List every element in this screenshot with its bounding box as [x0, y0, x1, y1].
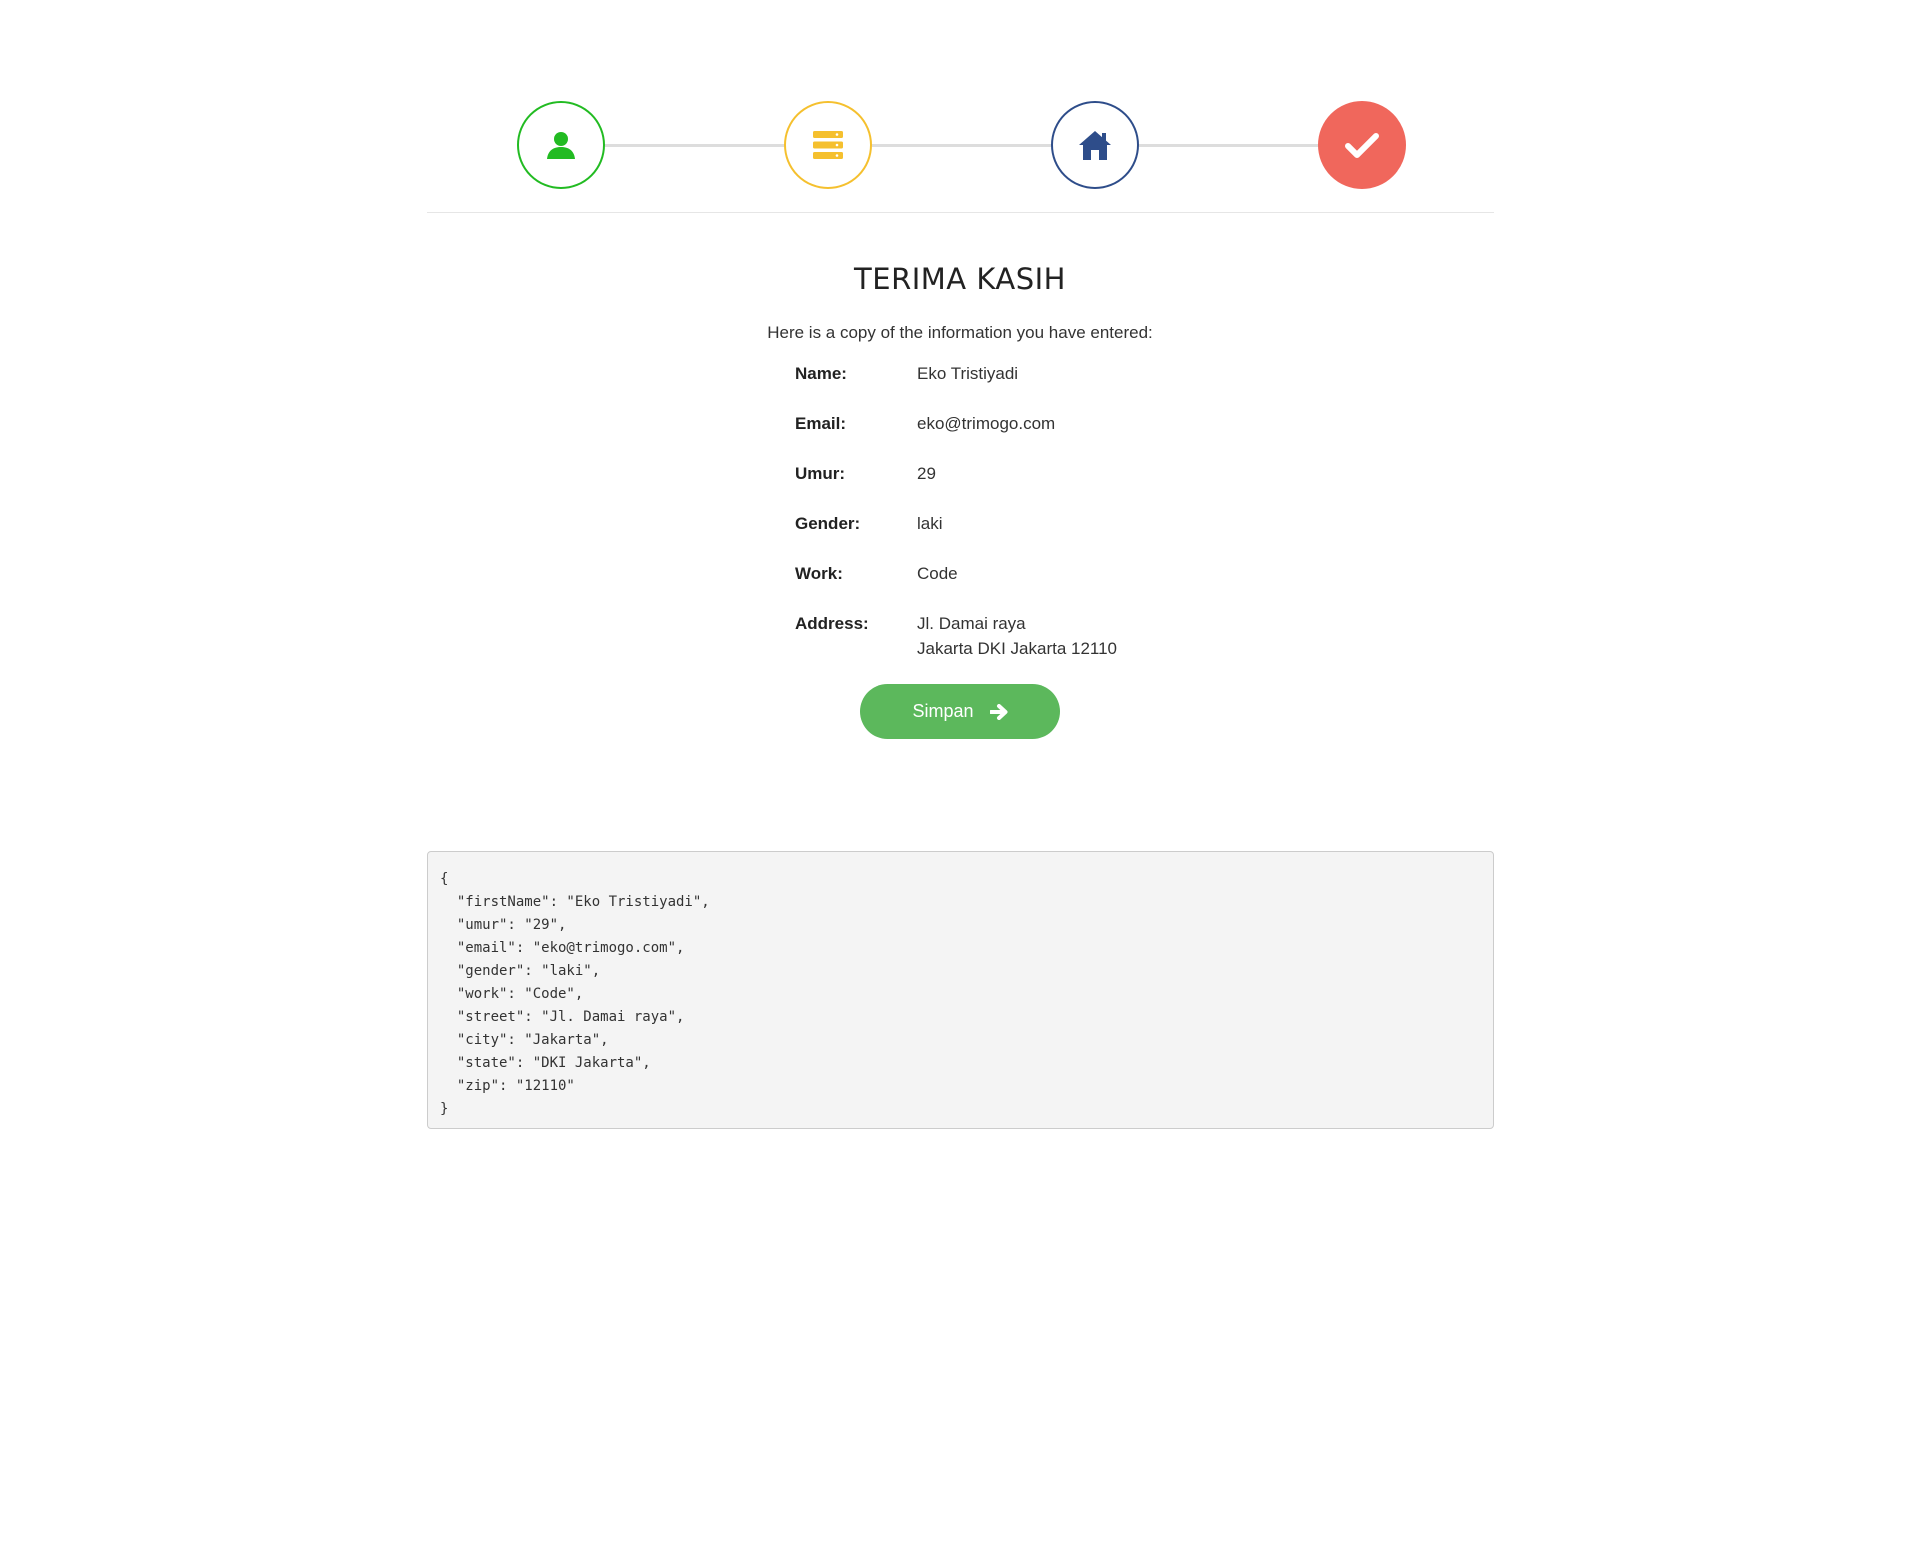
info-label: Work: — [795, 564, 843, 583]
wizard-step-done[interactable] — [1318, 101, 1406, 189]
wizard-connector — [872, 144, 1053, 147]
info-value: 29 — [917, 464, 936, 483]
address-line-1: Jl. Damai raya — [917, 614, 1026, 633]
json-output-text: { "firstName": "Eko Tristiyadi", "umur":… — [440, 871, 710, 1117]
info-row-name: Name: Eko Tristiyadi — [795, 361, 1255, 386]
info-row-work: Work: Code — [795, 561, 1255, 586]
wizard-connector — [1139, 144, 1320, 147]
wizard-step-address[interactable] — [1051, 101, 1139, 189]
address-line-2: Jakarta DKI Jakarta 12110 — [917, 639, 1118, 658]
json-output-box: { "firstName": "Eko Tristiyadi", "umur":… — [427, 851, 1494, 1129]
wizard-connector — [605, 144, 786, 147]
wizard-step-personal[interactable] — [517, 101, 605, 189]
wizard-steps — [427, 0, 1494, 213]
info-row-umur: Umur: 29 — [795, 461, 1255, 486]
info-label: Umur: — [795, 464, 846, 483]
wizard-step-work[interactable] — [784, 101, 872, 189]
intro-text: Here is a copy of the information you ha… — [767, 323, 1153, 342]
info-value: laki — [917, 514, 943, 533]
info-label: Name: — [795, 364, 847, 383]
simpan-button[interactable]: Simpan — [860, 684, 1060, 739]
info-label: Address: — [795, 614, 869, 633]
page-title: TERIMA KASIH — [854, 262, 1066, 296]
info-value: Jl. Damai raya Jakarta DKI Jakarta 12110 — [917, 611, 1117, 661]
info-value: eko@trimogo.com — [917, 414, 1056, 433]
info-summary: Name: Eko Tristiyadi Email: eko@trimogo.… — [795, 361, 1255, 686]
info-label: Gender: — [795, 514, 861, 533]
info-value: Eko Tristiyadi — [917, 364, 1019, 383]
info-label: Email: — [795, 414, 847, 433]
info-row-email: Email: eko@trimogo.com — [795, 411, 1255, 436]
check-icon — [1345, 133, 1379, 158]
info-row-gender: Gender: laki — [795, 511, 1255, 536]
info-row-address: Address: Jl. Damai raya Jakarta DKI Jaka… — [795, 611, 1255, 661]
simpan-button-label: Simpan — [912, 701, 974, 721]
home-icon — [1079, 131, 1111, 160]
server-icon — [813, 131, 843, 159]
info-value: Code — [917, 564, 958, 583]
arrow-right-icon — [989, 703, 1008, 720]
user-icon — [547, 132, 575, 159]
